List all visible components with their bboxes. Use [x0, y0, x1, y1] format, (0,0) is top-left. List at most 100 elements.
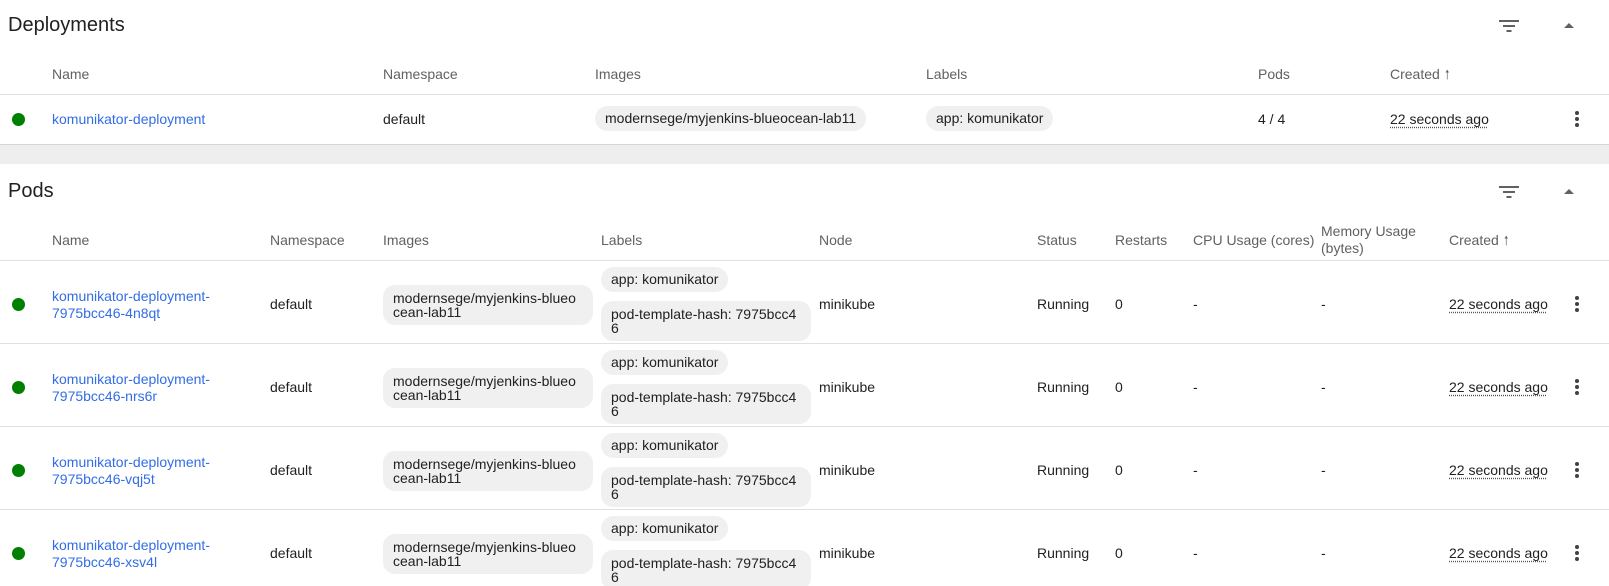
pod-node: minikube: [819, 296, 876, 312]
pod-namespace: default: [270, 296, 313, 312]
pod-name-line2: 7975bcc46-4n8qt: [52, 305, 161, 321]
label-chip-line2: 6: [611, 403, 619, 419]
divider: [0, 426, 1609, 427]
pod-status: Running: [1037, 545, 1090, 561]
pod-cpu: -: [1193, 462, 1198, 478]
label-chip: pod-template-hash: 7975bcc4 6: [601, 467, 811, 507]
pod-restarts: 0: [1115, 462, 1123, 478]
pod-cpu: -: [1193, 296, 1198, 312]
arrow-up-icon: 🠑: [1444, 67, 1450, 82]
image-chip: modernsege/myjenkins-blueocean-lab11: [595, 106, 867, 131]
col-header-restarts[interactable]: Restarts: [1115, 232, 1167, 249]
pod-name-line1: komunikator-deployment-: [52, 537, 210, 553]
pod-created: 22 seconds ago: [1449, 296, 1548, 312]
image-chip: modernsege/myjenkins-blueocean-lab11: [383, 368, 593, 408]
deployment-namespace: default: [383, 111, 426, 127]
filter-icon[interactable]: [1497, 14, 1521, 38]
col-header-created-label: Created: [1390, 66, 1440, 82]
status-success-icon: [12, 298, 25, 311]
more-vert-icon[interactable]: [1565, 107, 1589, 131]
pod-memory: -: [1321, 296, 1326, 312]
pod-name-link[interactable]: komunikator-deployment- 7975bcc46-nrs6r: [52, 371, 210, 405]
divider: [0, 260, 1609, 261]
pod-name-link[interactable]: komunikator-deployment- 7975bcc46-vqj5t: [52, 454, 210, 488]
pods-title: Pods: [8, 180, 54, 202]
more-vert-icon[interactable]: [1565, 292, 1589, 316]
deployments-card: Deployments Name Namespace Images Labels…: [0, 0, 1609, 144]
pod-memory: -: [1321, 545, 1326, 561]
pod-namespace: default: [270, 545, 313, 561]
pod-name-line1: komunikator-deployment-: [52, 454, 210, 470]
pod-name-line1: komunikator-deployment-: [52, 371, 210, 387]
col-header-namespace[interactable]: Namespace: [383, 66, 458, 83]
pod-status: Running: [1037, 379, 1090, 395]
more-vert-icon[interactable]: [1565, 541, 1589, 565]
col-header-labels: Labels: [926, 66, 968, 82]
pod-name-line1: komunikator-deployment-: [52, 288, 210, 304]
image-chip: modernsege/myjenkins-blueocean-lab11: [383, 451, 593, 491]
pod-created: 22 seconds ago: [1449, 379, 1548, 395]
pod-status: Running: [1037, 462, 1090, 478]
arrow-up-icon: 🠑: [1503, 233, 1509, 248]
pod-namespace: default: [270, 379, 313, 395]
col-header-labels: Labels: [601, 232, 643, 248]
pod-cpu: -: [1193, 545, 1198, 561]
pods-card: Pods Name Namespace Images Labels Node S…: [0, 164, 1609, 586]
label-chip: pod-template-hash: 7975bcc4 6: [601, 550, 811, 586]
col-header-images: Images: [595, 66, 641, 82]
more-vert-icon[interactable]: [1565, 458, 1589, 482]
col-header-name[interactable]: Name: [52, 66, 89, 83]
image-chip-line2: cean-lab11: [393, 553, 462, 569]
status-success-icon: [12, 381, 25, 394]
status-success-icon: [12, 113, 25, 126]
col-header-memory: Memory Usage (bytes): [1321, 223, 1416, 256]
image-chip-line2: cean-lab11: [393, 387, 462, 403]
col-header-node[interactable]: Node: [819, 232, 852, 249]
pod-name-line2: 7975bcc46-nrs6r: [52, 388, 158, 404]
more-vert-icon[interactable]: [1565, 375, 1589, 399]
pod-name-link[interactable]: komunikator-deployment- 7975bcc46-4n8qt: [52, 288, 210, 322]
pod-memory: -: [1321, 462, 1326, 478]
image-chip-line2: cean-lab11: [393, 304, 462, 320]
deployment-name-link[interactable]: komunikator-deployment: [52, 111, 205, 128]
label-chip-line1: pod-template-hash: 7975bcc4: [611, 389, 797, 405]
pod-restarts: 0: [1115, 545, 1123, 561]
divider: [0, 509, 1609, 510]
pod-name-line2: 7975bcc46-vqj5t: [52, 471, 155, 487]
label-chip-line1: pod-template-hash: 7975bcc4: [611, 555, 797, 571]
label-chip-line1: pod-template-hash: 7975bcc4: [611, 472, 797, 488]
pod-name-link[interactable]: komunikator-deployment- 7975bcc46-xsv4l: [52, 537, 210, 571]
filter-icon[interactable]: [1497, 180, 1521, 204]
pod-status: Running: [1037, 296, 1090, 312]
col-header-created[interactable]: Created 🠑: [1390, 66, 1450, 83]
deployments-title: Deployments: [8, 14, 125, 36]
status-success-icon: [12, 464, 25, 477]
label-chip: app: komunikator: [601, 350, 729, 375]
label-chip: pod-template-hash: 7975bcc4 6: [601, 384, 811, 424]
col-header-images: Images: [383, 232, 429, 248]
label-chip-line2: 6: [611, 320, 619, 336]
col-header-cpu: CPU Usage (cores): [1193, 232, 1315, 248]
image-chip: modernsege/myjenkins-blueocean-lab11: [383, 534, 593, 574]
col-header-status[interactable]: Status: [1037, 232, 1077, 249]
card-separator: [0, 144, 1609, 164]
chevron-up-icon[interactable]: [1557, 14, 1581, 38]
col-header-name[interactable]: Name: [52, 232, 89, 249]
col-header-created[interactable]: Created 🠑: [1449, 232, 1509, 249]
pod-cpu: -: [1193, 379, 1198, 395]
label-chip-line2: 6: [611, 486, 619, 502]
label-chip: app: komunikator: [601, 516, 729, 541]
col-header-namespace[interactable]: Namespace: [270, 232, 345, 249]
chevron-up-icon[interactable]: [1557, 180, 1581, 204]
pod-node: minikube: [819, 545, 876, 561]
label-chip: app: komunikator: [601, 267, 729, 292]
status-success-icon: [12, 547, 25, 560]
image-chip: modernsege/myjenkins-blueocean-lab11: [383, 285, 593, 325]
pod-node: minikube: [819, 379, 876, 395]
pod-memory: -: [1321, 379, 1326, 395]
divider: [0, 343, 1609, 344]
col-header-created-label: Created: [1449, 232, 1499, 248]
pod-namespace: default: [270, 462, 313, 478]
image-chip-line2: cean-lab11: [393, 470, 462, 486]
label-chip-line1: pod-template-hash: 7975bcc4: [611, 306, 797, 322]
